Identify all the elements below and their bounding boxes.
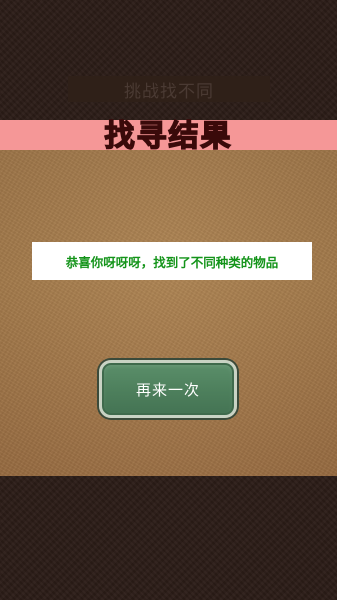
result-heading: 找寻结果 — [104, 118, 233, 155]
top-background — [0, 0, 337, 120]
retry-button[interactable]: 再来一次 — [99, 360, 237, 418]
retry-button-label: 再来一次 — [135, 380, 200, 399]
game-title-bar: 挑战找不同 — [68, 76, 270, 102]
result-panel — [0, 120, 337, 476]
result-message-box: 恭喜你呀呀呀，找到了不同种类的物品 — [32, 242, 312, 280]
result-message: 恭喜你呀呀呀，找到了不同种类的物品 — [65, 254, 279, 270]
game-title: 挑战找不同 — [124, 81, 214, 102]
bottom-background — [0, 476, 337, 600]
